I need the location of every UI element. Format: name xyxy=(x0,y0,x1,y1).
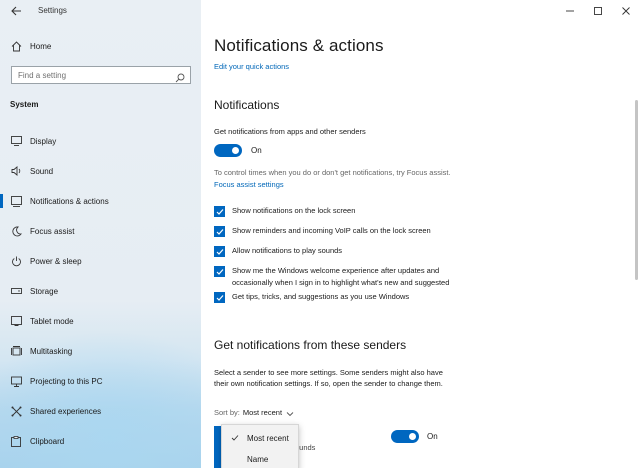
close-button[interactable] xyxy=(612,0,640,22)
tablet-icon xyxy=(10,315,22,327)
window-controls xyxy=(556,0,640,22)
chevron-down-icon[interactable] xyxy=(286,410,294,416)
sidebar-item-shared-experiences[interactable]: Shared experiences xyxy=(0,400,201,422)
sender-toggle-state: On xyxy=(427,432,438,441)
sort-by-label: Sort by: xyxy=(214,408,240,417)
moon-icon xyxy=(10,225,22,237)
sidebar-item-sound[interactable]: Sound xyxy=(0,160,201,182)
multitasking-icon xyxy=(10,345,22,357)
sidebar-item-power-sleep[interactable]: Power & sleep xyxy=(0,250,201,272)
display-icon xyxy=(10,135,22,147)
main-content: Notifications & actions Edit your quick … xyxy=(201,0,640,468)
checkbox-welcome-experience[interactable]: Show me the Windows welcome experience a… xyxy=(214,266,449,289)
sidebar-item-label: Tablet mode xyxy=(30,316,74,326)
sidebar-item-projecting[interactable]: Projecting to this PC xyxy=(0,370,201,392)
app-title: Settings xyxy=(38,6,67,15)
sidebar-item-label: Shared experiences xyxy=(30,406,102,416)
checkbox[interactable] xyxy=(214,266,225,277)
home-icon xyxy=(10,40,22,52)
checkbox-label: Show me the Windows welcome experience a… xyxy=(232,265,449,289)
checkbox-play-sounds[interactable]: Allow notifications to play sounds xyxy=(214,246,342,257)
focus-assist-hint: To control times when you do or don't ge… xyxy=(214,168,451,177)
shared-icon xyxy=(10,405,22,417)
sort-by-value[interactable]: Most recent xyxy=(243,408,282,417)
sidebar-item-label: Projecting to this PC xyxy=(30,376,103,386)
sort-option-label: Name xyxy=(247,454,269,464)
sort-dropdown-menu: Most recent Name xyxy=(221,424,299,468)
sidebar-item-home[interactable]: Home xyxy=(0,35,201,57)
sidebar-item-multitasking[interactable]: Multitasking xyxy=(0,340,201,362)
sort-option-name[interactable]: Name xyxy=(222,449,300,468)
sender-toggle[interactable] xyxy=(391,430,419,443)
search-icon[interactable] xyxy=(175,70,185,83)
checkbox[interactable] xyxy=(214,206,225,217)
active-indicator xyxy=(0,194,3,208)
maximize-button[interactable] xyxy=(584,0,612,22)
sidebar-item-tablet-mode[interactable]: Tablet mode xyxy=(0,310,201,332)
search-box[interactable] xyxy=(11,66,191,84)
senders-heading: Get notifications from these senders xyxy=(214,338,407,352)
storage-icon xyxy=(10,285,22,297)
checkbox-label: Show notifications on the lock screen xyxy=(232,206,356,215)
checkbox-reminders-voip[interactable]: Show reminders and incoming VoIP calls o… xyxy=(214,226,431,237)
notifications-toggle-state: On xyxy=(251,146,262,155)
sort-option-most-recent[interactable]: Most recent xyxy=(222,428,300,448)
sidebar-item-focus-assist[interactable]: Focus assist xyxy=(0,220,201,242)
checkbox[interactable] xyxy=(214,246,225,257)
toggle-knob xyxy=(409,433,416,440)
sidebar-item-label: Power & sleep xyxy=(30,256,82,266)
focus-assist-settings-link[interactable]: Focus assist settings xyxy=(214,180,284,189)
sidebar-item-label: Display xyxy=(30,136,57,146)
minimize-button[interactable] xyxy=(556,0,584,22)
sidebar-item-label: Notifications & actions xyxy=(30,196,109,206)
checkbox-lock-screen[interactable]: Show notifications on the lock screen xyxy=(214,206,355,217)
speaker-icon xyxy=(10,165,22,177)
page-title: Notifications & actions xyxy=(214,36,384,55)
home-label: Home xyxy=(30,41,52,51)
checkmark-icon xyxy=(231,434,239,442)
sidebar-item-label: Multitasking xyxy=(30,346,73,356)
notification-icon xyxy=(10,195,22,207)
projecting-icon xyxy=(10,375,22,387)
power-icon xyxy=(10,255,22,267)
sidebar-section-title: System xyxy=(10,100,39,109)
sidebar-item-storage[interactable]: Storage xyxy=(0,280,201,302)
scrollbar[interactable] xyxy=(635,100,638,280)
sidebar-item-label: Clipboard xyxy=(30,436,65,446)
senders-description-line2: their own notification settings. If so, … xyxy=(214,379,443,388)
sidebar-item-label: Focus assist xyxy=(30,226,75,236)
checkbox-tips-tricks[interactable]: Get tips, tricks, and suggestions as you… xyxy=(214,292,409,303)
search-input[interactable] xyxy=(18,70,168,80)
toggle-knob xyxy=(232,147,239,154)
checkbox-label: Allow notifications to play sounds xyxy=(232,246,343,255)
checkbox-label: Show reminders and incoming VoIP calls o… xyxy=(232,226,431,235)
title-bar: Settings xyxy=(0,0,201,24)
checkbox-label-line1: Show me the Windows welcome experience a… xyxy=(232,266,440,275)
checkbox[interactable] xyxy=(214,226,225,237)
notifications-heading: Notifications xyxy=(214,98,280,112)
sidebar-item-display[interactable]: Display xyxy=(0,130,201,152)
sort-option-label: Most recent xyxy=(247,433,289,443)
sidebar-item-label: Storage xyxy=(30,286,59,296)
senders-description: Select a sender to see more settings. So… xyxy=(214,367,443,389)
get-notifications-label: Get notifications from apps and other se… xyxy=(214,127,366,136)
sidebar-item-label: Sound xyxy=(30,166,54,176)
checkbox-label-line2: occasionally when I sign in to highlight… xyxy=(232,278,450,287)
sidebar: Settings Home System Display Sound Notif… xyxy=(0,0,201,468)
sidebar-item-clipboard[interactable]: Clipboard xyxy=(0,430,201,452)
checkbox-label: Get tips, tricks, and suggestions as you… xyxy=(232,292,410,301)
back-arrow-icon[interactable] xyxy=(10,5,24,19)
notifications-toggle[interactable] xyxy=(214,144,242,157)
sort-by-control[interactable]: Sort by: Most recent xyxy=(214,408,294,417)
checkbox[interactable] xyxy=(214,292,225,303)
senders-description-line1: Select a sender to see more settings. So… xyxy=(214,368,443,377)
edit-quick-actions-link[interactable]: Edit your quick actions xyxy=(214,62,289,71)
sidebar-item-notifications[interactable]: Notifications & actions xyxy=(0,190,201,212)
clipboard-icon xyxy=(10,435,22,447)
